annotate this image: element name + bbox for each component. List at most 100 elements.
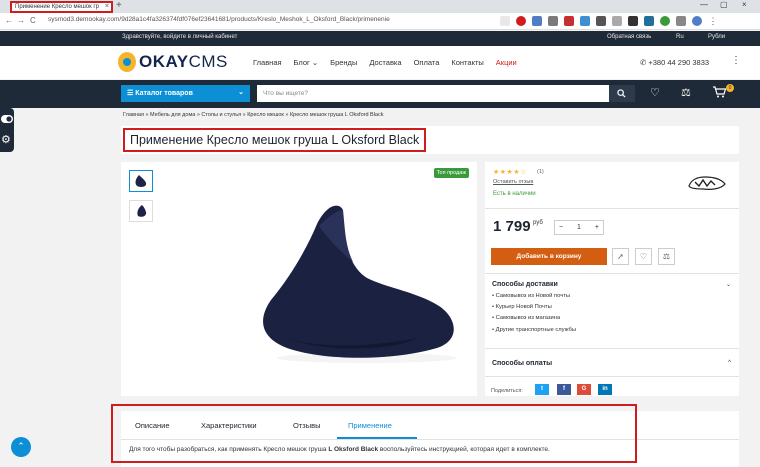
divider: [485, 273, 739, 274]
catalog-bar: ☰ Каталог товаров ⌄ Что вы ищете? ♡ ⚖ 0: [0, 80, 760, 108]
qty-minus-button[interactable]: −: [559, 224, 563, 231]
rating-stars: ★★★★☆: [493, 169, 527, 176]
back-button[interactable]: ←: [5, 16, 13, 25]
phone-link[interactable]: ✆ +380 44 290 3833: [640, 58, 709, 67]
list-item: Самовывоз из Новой почты: [492, 293, 576, 299]
heart-icon[interactable]: ♡: [650, 86, 660, 99]
extensions-bar: ⋮: [500, 16, 718, 26]
divider: [485, 348, 739, 349]
brand-logo[interactable]: [685, 174, 727, 192]
linkedin-share-button[interactable]: in: [598, 384, 612, 395]
product-image[interactable]: [247, 188, 467, 364]
browser-tab-title: Применение Кресло мешок гр: [15, 4, 99, 10]
address-bar: ← → C sysmod3.demookay.com/9d28a1c4fa326…: [0, 13, 760, 30]
nav-item-contacts[interactable]: Контакты: [451, 58, 483, 67]
product-thumbnail[interactable]: [129, 170, 153, 192]
cart-icon[interactable]: [713, 86, 727, 101]
toggle-icon[interactable]: [1, 115, 13, 123]
chevron-down-icon: ⌄: [311, 58, 319, 67]
search-input[interactable]: Что вы ищете?: [257, 85, 609, 102]
language-selector[interactable]: Ru: [676, 34, 684, 40]
extension-icon[interactable]: [612, 16, 622, 26]
tabs-highlight-box: [111, 404, 637, 463]
quantity-stepper[interactable]: − 1 +: [554, 220, 604, 235]
product-thumbnail[interactable]: [129, 200, 153, 222]
arrow-up-icon: ⌃: [17, 441, 25, 451]
nav-item-home[interactable]: Главная: [253, 58, 282, 67]
extension-icon[interactable]: [596, 16, 606, 26]
forward-button[interactable]: →: [17, 16, 25, 25]
catalog-button[interactable]: ☰ Каталог товаров ⌄: [121, 85, 250, 102]
search-button[interactable]: [609, 85, 635, 102]
extension-icon[interactable]: [628, 16, 638, 26]
top-strip: Здравствуйте, войдите в личный кабинет О…: [0, 31, 760, 46]
rocket-icon[interactable]: ➚: [612, 248, 629, 265]
google-share-button[interactable]: G: [577, 384, 591, 395]
nav-item-blog[interactable]: Блог ⌄: [294, 58, 319, 67]
breadcrumb[interactable]: Главная » Мебель для дома » Столы и стул…: [123, 112, 384, 118]
close-icon[interactable]: ×: [105, 3, 109, 10]
buy-box: ★★★★☆ (1) Оставить отзыв Есть в наличии …: [485, 162, 739, 396]
extension-icon[interactable]: [644, 16, 654, 26]
new-tab-button[interactable]: +: [116, 0, 122, 11]
gear-icon[interactable]: ⚙: [1, 133, 11, 146]
product-price: 1 799: [493, 218, 531, 235]
nav-item-payment[interactable]: Оплата: [414, 58, 440, 67]
menu-icon: ☰: [127, 90, 136, 97]
minimize-button[interactable]: —: [700, 0, 708, 9]
product-gallery: Топ продаж: [121, 162, 477, 396]
reload-button[interactable]: C: [30, 16, 36, 25]
stock-status: Есть в наличии: [493, 191, 536, 197]
site-header: OKAYCMS Главная Блог ⌄ Бренды Доставка О…: [0, 46, 760, 79]
logo-icon: [118, 52, 136, 72]
scales-icon[interactable]: ⚖: [658, 248, 675, 265]
profile-avatar[interactable]: [692, 16, 702, 26]
extension-icon[interactable]: [564, 16, 574, 26]
currency-selector[interactable]: Рубли: [708, 34, 725, 40]
scroll-up-button[interactable]: ⌃: [11, 437, 31, 457]
maximize-button[interactable]: ▢: [720, 0, 728, 9]
login-greeting-link[interactable]: Здравствуйте, войдите в личный кабинет: [122, 34, 237, 40]
facebook-share-button[interactable]: f: [557, 384, 571, 395]
extension-icon[interactable]: [516, 16, 526, 26]
extension-icon[interactable]: [660, 16, 670, 26]
qty-plus-button[interactable]: +: [595, 224, 599, 231]
callback-link[interactable]: Обратная связь: [607, 34, 651, 40]
title-box: Применение Кресло мешок груша L Oksford …: [121, 126, 739, 154]
extension-icon[interactable]: [532, 16, 542, 26]
add-to-cart-button[interactable]: Добавить в корзину: [491, 248, 607, 265]
price-currency: руб: [533, 220, 543, 226]
nav-item-promo[interactable]: Акции: [496, 58, 517, 67]
nav-item-brands[interactable]: Бренды: [330, 58, 357, 67]
delivery-section-title[interactable]: Способы доставки: [492, 281, 558, 288]
qty-value[interactable]: 1: [577, 224, 581, 231]
nav-item-delivery[interactable]: Доставка: [369, 58, 401, 67]
delivery-list: Самовывоз из Новой почты Курьер Новой По…: [492, 293, 576, 338]
chevron-down-icon: ⌄: [238, 89, 244, 96]
scales-icon[interactable]: ⚖: [681, 86, 691, 99]
rating-count: (1): [537, 169, 544, 175]
search-icon: [617, 89, 626, 98]
url-field[interactable]: sysmod3.demookay.com/9d28a1c4fa326374fdf…: [48, 16, 390, 23]
divider: [485, 208, 739, 209]
page-title: Применение Кресло мешок груша L Oksford …: [123, 128, 427, 152]
extension-icon[interactable]: [580, 16, 590, 26]
chevron-down-icon[interactable]: ⌄: [726, 281, 731, 288]
star-icon[interactable]: [500, 16, 510, 26]
chevron-up-icon[interactable]: ^: [728, 360, 731, 366]
heart-icon[interactable]: ♡: [635, 248, 652, 265]
menu-icon[interactable]: ⋮: [708, 16, 718, 26]
list-item: Курьер Новой Почты: [492, 304, 576, 310]
leave-review-link[interactable]: Оставить отзыв: [493, 179, 533, 185]
extension-icon[interactable]: [676, 16, 686, 26]
browser-tab-active[interactable]: Применение Кресло мешок гр ×: [10, 1, 113, 13]
window-close-button[interactable]: ×: [742, 0, 747, 9]
top-sales-badge: Топ продаж: [433, 168, 469, 178]
divider: [485, 376, 739, 377]
extension-icon[interactable]: [548, 16, 558, 26]
payment-section-title[interactable]: Способы оплаты: [492, 360, 552, 367]
twitter-share-button[interactable]: t: [535, 384, 549, 395]
main-nav: Главная Блог ⌄ Бренды Доставка Оплата Ко…: [253, 58, 517, 67]
more-menu-icon[interactable]: ⋮: [731, 55, 741, 66]
site-logo[interactable]: OKAYCMS: [118, 52, 228, 72]
